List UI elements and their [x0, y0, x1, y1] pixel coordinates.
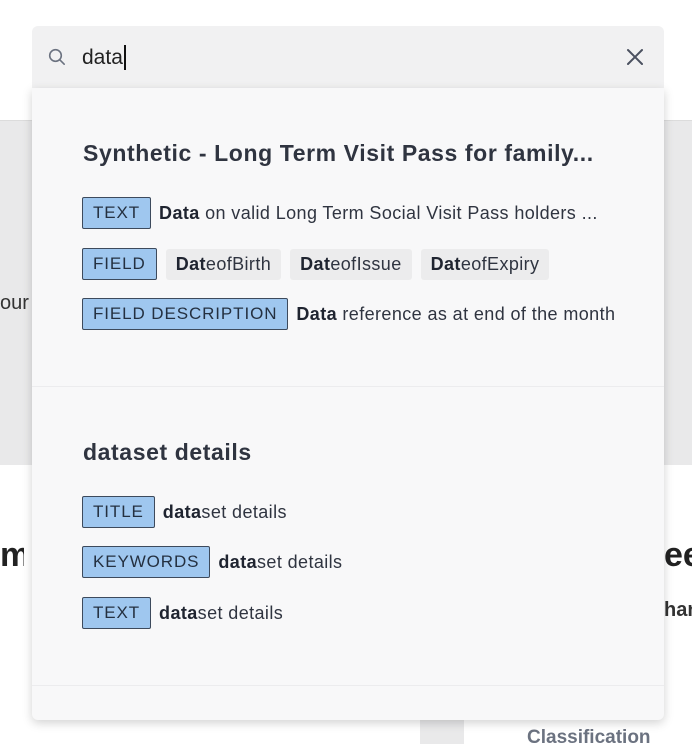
result-title: dataset details — [83, 439, 252, 465]
result-divider — [32, 685, 664, 686]
match-row: FIELD Dat eofBirth Dat eofIssue Dat eofExpi… — [82, 247, 550, 281]
search-results-dropdown: Synthetic - Long Term Visit Pass for fam… — [32, 88, 664, 720]
match-type-tag: FIELD DESCRIPTION — [82, 298, 289, 330]
background-heading-fragment: m — [0, 536, 24, 574]
match-row: TEXT Data on valid Long Term Social Visi… — [82, 196, 598, 230]
match-highlight: data — [162, 501, 202, 522]
background-classification-label: Classification — [527, 727, 651, 744]
match-rest: on valid Long Term Social Visit Pass hol… — [199, 202, 598, 223]
clear-search-button[interactable] — [622, 44, 648, 70]
match-highlight: data — [159, 602, 198, 623]
match-snippet: dataset details — [163, 502, 287, 523]
match-row: KEYWORDS dataset details — [82, 545, 342, 579]
match-rest: set details — [257, 551, 343, 572]
match-snippet: dataset details — [159, 603, 283, 624]
match-highlight: Dat — [430, 253, 461, 274]
match-rest: eofIssue — [330, 253, 402, 274]
match-highlight: Dat — [175, 253, 206, 274]
background-card-edge — [420, 718, 464, 744]
match-snippet: dataset details — [218, 552, 342, 573]
background-heading-fragment: ee — [664, 536, 692, 574]
result-title: Synthetic - Long Term Visit Pass for fam… — [83, 140, 594, 166]
match-snippet: Data reference as at end of the month — [296, 304, 615, 325]
search-result-item[interactable]: dataset details TITLE dataset details KE… — [32, 387, 664, 685]
match-row: TITLE dataset details — [82, 495, 287, 529]
field-chip: Dat eofIssue — [290, 248, 412, 280]
background-text-fragment: han — [664, 599, 692, 621]
match-highlight: Data — [296, 303, 338, 324]
match-type-tag: TEXT — [82, 197, 152, 229]
match-rest: eofBirth — [205, 253, 272, 274]
match-row: TEXT dataset details — [82, 596, 283, 630]
search-icon — [48, 48, 66, 66]
match-highlight: Dat — [300, 253, 331, 274]
match-snippet: Data on valid Long Term Social Visit Pas… — [159, 203, 598, 224]
match-type-tag: KEYWORDS — [82, 546, 211, 578]
match-highlight: data — [218, 551, 258, 572]
match-rest: set details — [197, 602, 284, 623]
match-highlight: Data — [159, 202, 200, 223]
match-rest: reference as at end of the month — [337, 303, 616, 324]
text-caret — [124, 45, 126, 70]
match-type-tag: FIELD — [82, 248, 157, 280]
match-rest: set details — [201, 501, 287, 522]
close-icon — [627, 49, 643, 65]
match-type-tag: TITLE — [82, 496, 155, 528]
match-row: FIELD DESCRIPTION Data reference as at e… — [82, 297, 615, 331]
background-text-fragment: our a — [0, 292, 30, 314]
match-type-tag: TEXT — [82, 597, 152, 629]
search-input[interactable] — [82, 44, 582, 72]
field-chip: Dat eofBirth — [165, 248, 282, 280]
field-chip: Dat eofExpiry — [420, 248, 550, 280]
search-result-item[interactable]: Synthetic - Long Term Visit Pass for fam… — [32, 88, 664, 386]
match-rest: eofExpiry — [460, 253, 540, 274]
